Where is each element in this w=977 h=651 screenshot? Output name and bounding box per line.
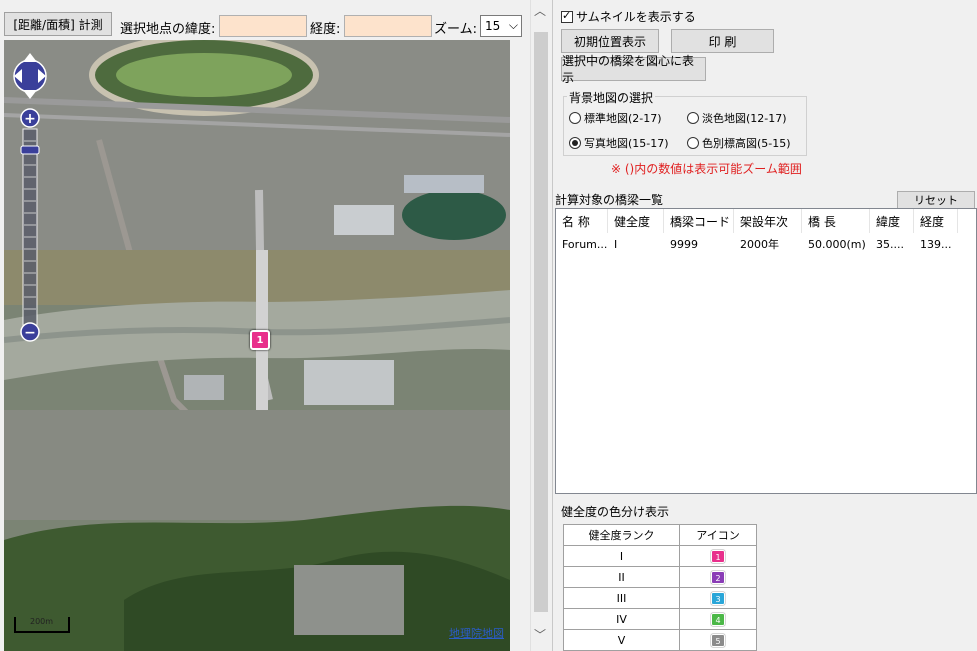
health-legend-row: II 2 [562,566,757,588]
thumbnail-checkbox[interactable]: サムネイルを表示する [561,8,696,25]
rank-1-icon: 1 [711,549,725,563]
column-header[interactable]: 緯度 [870,209,914,233]
cell-year: 2000年 [740,238,779,251]
scroll-up-icon[interactable]: ︿ [534,2,546,19]
health-legend-header: 健全度ランク アイコン [562,524,757,546]
table-header: 名 称 健全度 橋梁コード 架設年次 橋 長 緯度 経度 [556,209,976,233]
bridge-list-table[interactable]: 名 称 健全度 橋梁コード 架設年次 橋 長 緯度 経度 Forum... I … [555,208,977,494]
print-button[interactable]: 印 刷 [671,29,774,53]
cell-name: Forum... [562,237,608,251]
zoom-value: 15 [485,19,501,33]
scroll-thumb[interactable] [534,32,548,612]
checkbox-icon[interactable] [561,9,573,23]
scale-label: 200m [30,617,54,626]
column-header[interactable]: 橋 長 [802,209,870,233]
radio-icon[interactable] [569,137,581,149]
pan-up-icon [23,53,37,62]
rank-label: IV [562,608,681,630]
scale-bar: 200m [14,617,70,633]
radio-label: 淡色地図(12-17) [702,112,787,125]
cell-length: 50.000(m) [808,237,866,251]
rank-3-icon: 3 [711,591,725,605]
rank-header: 健全度ランク [562,524,681,546]
radio-label: 写真地図(15-17) [584,137,669,150]
cell-lat: 35.... [876,237,904,251]
radio-icon[interactable] [687,137,699,149]
radio-label: 標準地図(2-17) [584,112,662,125]
center-bridge-button[interactable]: 選択中の橋梁を図心に表示 [561,54,706,85]
rank-4-icon: 4 [711,612,725,626]
column-header[interactable]: 経度 [914,209,958,233]
bridge-list-title: 計算対象の橋梁一覧 [555,193,664,207]
column-header[interactable]: 架設年次 [734,209,802,233]
table-row[interactable]: Forum... I 9999 2000年 50.000(m) 35.... 1… [556,233,976,255]
health-legend-row: I 1 [562,545,757,567]
radio-standard-map[interactable]: 標準地図(2-17) [569,110,662,126]
aerial-map[interactable]: + − 1 200m 地理院地図 [4,40,510,651]
chevron-down-icon: ⌵ [508,18,518,32]
rank-label: V [562,629,681,651]
rank-label: I [562,545,681,567]
scroll-down-icon[interactable]: ﹀ [534,626,546,643]
rank-2-icon: 2 [711,570,725,584]
svg-text:+: + [24,111,36,127]
measure-button[interactable]: [距離/面積] 計測 [4,12,112,36]
radio-elevation-map[interactable]: 色別標高図(5-15) [687,135,791,151]
vertical-scrollbar[interactable]: ︿ ﹀ [530,0,550,651]
health-legend-row: III 3 [562,587,757,609]
column-header[interactable]: 橋梁コード [664,209,734,233]
thumbnail-label: サムネイルを表示する [576,10,696,24]
radio-pale-map[interactable]: 淡色地図(12-17) [687,110,787,126]
health-legend-table: 健全度ランク アイコン I 1 II 2 III 3 IV 4 V 5 [562,524,757,651]
latitude-label: 選択地点の緯度: [120,22,216,37]
rank-5-icon: 5 [711,633,725,647]
icon-header: アイコン [679,524,757,546]
initial-position-button[interactable]: 初期位置表示 [561,29,659,53]
radio-icon[interactable] [569,112,581,124]
zoom-range-note: ※ ()内の数値は表示可能ズーム範囲 [611,162,802,176]
svg-text:−: − [24,325,36,341]
cell-code: 9999 [670,237,698,251]
latitude-input[interactable] [219,15,307,37]
rank-label: II [562,566,681,588]
health-legend-row: IV 4 [562,608,757,630]
map-toolbar: [距離/面積] 計測 選択地点の緯度: 経度: ズーム: 15 ⌵ [0,0,530,40]
zoom-select[interactable]: 15 ⌵ [480,15,522,37]
health-legend-title: 健全度の色分け表示 [561,505,670,519]
radio-photo-map[interactable]: 写真地図(15-17) [569,135,669,151]
cell-lon: 139... [920,237,952,251]
pan-down-icon [23,90,37,99]
reset-button[interactable]: リセット [897,191,975,209]
column-header[interactable]: 健全度 [608,209,664,233]
background-map-title: 背景地図の選択 [567,89,656,106]
cell-health: I [614,237,618,251]
health-legend-row: V 5 [562,629,757,651]
bridge-marker-icon[interactable]: 1 [250,330,270,350]
radio-label: 色別標高図(5-15) [702,137,791,150]
longitude-input[interactable] [344,15,432,37]
zoom-label: ズーム: [434,22,477,37]
radio-icon[interactable] [687,112,699,124]
rank-label: III [562,587,681,609]
control-panel: サムネイルを表示する 初期位置表示 印 刷 選択中の橋梁を図心に表示 背景地図の… [552,0,977,651]
pan-control[interactable] [12,50,48,102]
longitude-label: 経度: [310,22,341,37]
column-header[interactable]: 名 称 [556,209,608,233]
zoom-slider-handle [20,145,40,155]
zoom-slider[interactable]: + − [19,108,41,344]
copyright-link[interactable]: 地理院地図 [449,625,504,641]
